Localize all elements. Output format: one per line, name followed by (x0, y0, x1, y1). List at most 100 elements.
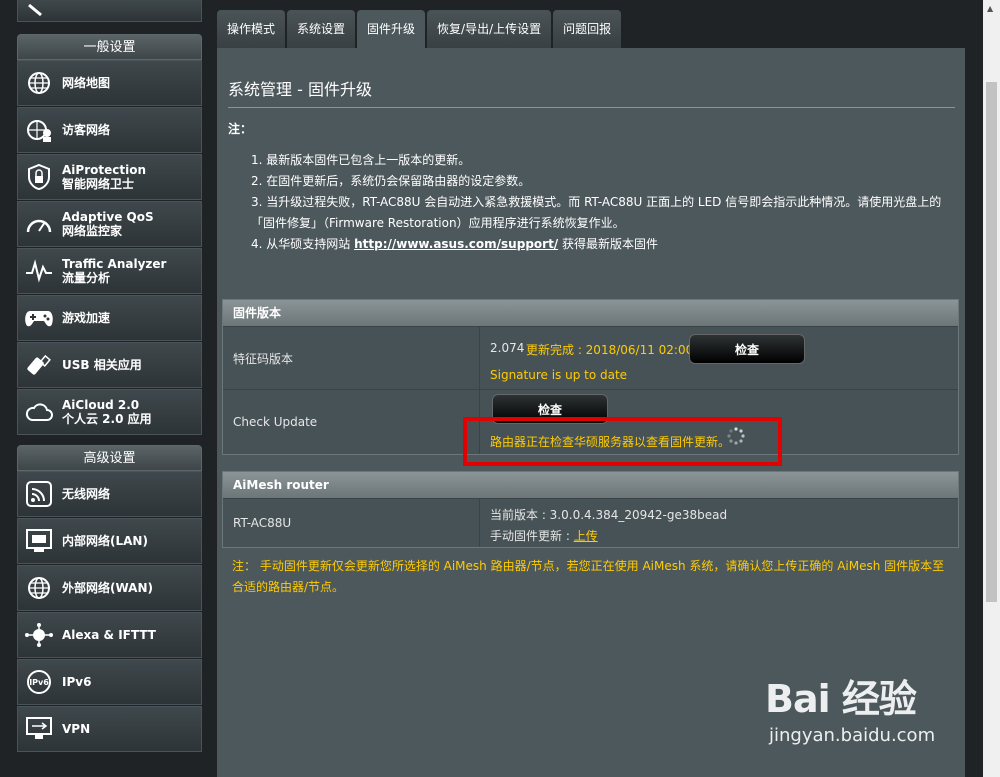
title-divider (228, 107, 955, 108)
sidebar-item-wan[interactable]: 外部网络(WAN) (17, 565, 202, 611)
note-label: 注： (228, 122, 253, 136)
tab-system-settings[interactable]: 系统设置 (287, 10, 356, 48)
baidu-watermark: Bai 经验 jingyan.baidu.com (765, 668, 965, 758)
firmware-version-heading: 固件版本 (223, 300, 958, 326)
check-update-label: Check Update (223, 390, 480, 454)
page-title: 系统管理 - 固件升级 (228, 80, 372, 99)
speedometer-icon (24, 209, 54, 239)
wireless-icon (24, 479, 54, 509)
aimesh-row: RT-AC88U 当前版本 : 3.0.0.4.384_20942-ge38be… (223, 498, 958, 547)
aimesh-current-version: 当前版本 : 3.0.0.4.384_20942-ge38bead (490, 508, 728, 522)
label-line2: 智能网络卫士 (62, 177, 135, 191)
sidebar-item-label: Adaptive QoS 网络监控家 (62, 210, 154, 238)
general-settings-heading: 一般设置 (17, 34, 202, 60)
sidebar-item-label: VPN (62, 722, 91, 736)
note-4-prefix: 4. 从华硕支持网站 (251, 237, 355, 251)
note-item: 4. 从华硕支持网站 http://www.asus.com/support/ … (251, 234, 956, 255)
sidebar-item-partial-top[interactable] (17, 0, 202, 22)
signature-row: 特征码版本 2.074 更新完成 : 2018/06/11 02:00 检查 S… (223, 326, 958, 389)
label-line2: 网络监控家 (62, 224, 123, 238)
page-scrollbar[interactable]: ▲ (983, 0, 1000, 777)
aimesh-manual-update: 手动固件更新 : 上传 (490, 527, 598, 544)
scrollbar-thumb[interactable] (986, 82, 997, 602)
guest-network-icon (24, 115, 54, 145)
tab-feedback[interactable]: 问题回报 (553, 10, 622, 48)
gamepad-icon (24, 303, 54, 333)
sidebar-item-wireless[interactable]: 无线网络 (17, 471, 202, 517)
general-settings-group: 一般设置 网络地图 访客网络 AiProtection 智能网络卫士 Adapti… (17, 34, 202, 435)
asus-support-link[interactable]: http://www.asus.com/support/ (354, 237, 558, 251)
sidebar-item-aiprotection[interactable]: AiProtection 智能网络卫士 (17, 154, 202, 200)
vpn-icon (24, 714, 54, 744)
label-line1: AiProtection (62, 163, 146, 177)
tab-firmware-upgrade[interactable]: 固件升级 (357, 10, 426, 48)
label-line1: AiCloud 2.0 (62, 398, 140, 412)
sidebar-item-label: USB 相关应用 (62, 358, 142, 372)
sidebar-item-alexa-ifttt[interactable]: Alexa & IFTTT (17, 612, 202, 658)
note-item: 1. 最新版本固件已包含上一版本的更新。 (251, 153, 471, 167)
sidebar-item-label: Alexa & IFTTT (62, 628, 156, 642)
tab-restore-save-upload[interactable]: 恢复/导出/上传设置 (427, 10, 552, 48)
sidebar-item-label: AiCloud 2.0 个人云 2.0 应用 (62, 398, 152, 426)
pulse-icon (24, 256, 54, 286)
signature-version: 2.074 (490, 341, 525, 355)
sidebar-item-game-boost[interactable]: 游戏加速 (17, 295, 202, 341)
sidebar-item-aicloud[interactable]: AiCloud 2.0 个人云 2.0 应用 (17, 389, 202, 435)
signature-label: 特征码版本 (223, 327, 480, 389)
signature-check-button[interactable]: 检查 (689, 334, 805, 364)
cloud-icon (24, 397, 54, 427)
svg-text:IPv6: IPv6 (29, 678, 49, 687)
shield-lock-icon (24, 162, 54, 192)
sidebar-item-label: 无线网络 (62, 487, 111, 501)
sidebar-item-guest-network[interactable]: 访客网络 (17, 107, 202, 153)
sidebar-item-label: 游戏加速 (62, 311, 111, 325)
tools-icon (24, 0, 54, 26)
note-4-suffix: 获得最新版本固件 (558, 237, 659, 251)
aimesh-footnote: 注： 手动固件更新仅会更新您所选择的 AiMesh 路由器/节点，若您正在使用 … (232, 559, 945, 594)
sidebar-item-traffic-analyzer[interactable]: Traffic Analyzer 流量分析 (17, 248, 202, 294)
watermark-url: jingyan.baidu.com (769, 725, 936, 746)
aimesh-router-table: AiMesh router RT-AC88U 当前版本 : 3.0.0.4.38… (222, 471, 959, 548)
sidebar-item-label: AiProtection 智能网络卫士 (62, 163, 146, 191)
aimesh-heading: AiMesh router (223, 472, 958, 498)
advanced-settings-heading: 高级设置 (17, 445, 202, 471)
globe-network-icon (24, 68, 54, 98)
highlight-box (463, 417, 782, 466)
label-line2: 个人云 2.0 应用 (62, 412, 152, 426)
label-line1: Adaptive QoS (62, 210, 154, 224)
aimesh-model: RT-AC88U (223, 499, 480, 547)
sidebar-item-label: 访客网络 (62, 123, 111, 137)
advanced-settings-group: 高级设置 无线网络 内部网络(LAN) 外部网络(WAN) Alexa & IF… (17, 445, 202, 752)
sidebar-item-adaptive-qos[interactable]: Adaptive QoS 网络监控家 (17, 201, 202, 247)
label-line2: 流量分析 (62, 271, 111, 285)
sidebar-item-label: 网络地图 (62, 76, 111, 90)
sidebar-item-network-map[interactable]: 网络地图 (17, 60, 202, 106)
watermark-logo: Bai 经验 (765, 677, 917, 721)
signature-update-time: 更新完成 : 2018/06/11 02:00 (526, 343, 694, 357)
sidebar-item-ipv6[interactable]: IPv6 IPv6 (17, 659, 202, 705)
sidebar-item-label: Traffic Analyzer 流量分析 (62, 257, 166, 285)
sidebar-item-usb-apps[interactable]: USB 相关应用 (17, 342, 202, 388)
ipv6-icon: IPv6 (24, 667, 54, 697)
lan-icon (24, 526, 54, 556)
signature-status: Signature is up to date (490, 368, 628, 382)
alexa-icon (24, 620, 54, 650)
notes-list: 1. 最新版本固件已包含上一版本的更新。 2. 在固件更新后，系统仍会保留路由器… (251, 150, 956, 255)
note-item: 3. 当升级过程失败，RT-AC88U 会自动进入紧急救援模式。而 RT-AC8… (251, 195, 942, 230)
wan-globe-icon (24, 573, 54, 603)
note-item: 2. 在固件更新后，系统仍会保留路由器的设定参数。 (251, 174, 531, 188)
usb-icon (24, 350, 54, 380)
manual-update-label: 手动固件更新 : (490, 529, 574, 543)
sidebar-item-label: IPv6 (62, 675, 92, 689)
tab-bar: 操作模式 系统设置 固件升级 恢复/导出/上传设置 问题回报 (217, 10, 623, 48)
scroll-up-arrow-icon[interactable]: ▲ (987, 4, 993, 13)
upload-firmware-link[interactable]: 上传 (574, 529, 598, 543)
sidebar-item-label: 内部网络(LAN) (62, 534, 148, 548)
sidebar-item-vpn[interactable]: VPN (17, 706, 202, 752)
sidebar-item-label: 外部网络(WAN) (62, 581, 153, 595)
tab-operation-mode[interactable]: 操作模式 (217, 10, 286, 48)
label-line1: Traffic Analyzer (62, 257, 167, 271)
aimesh-cell: 当前版本 : 3.0.0.4.384_20942-ge38bead 手动固件更新… (480, 499, 958, 547)
sidebar-item-lan[interactable]: 内部网络(LAN) (17, 518, 202, 564)
signature-cell: 2.074 更新完成 : 2018/06/11 02:00 检查 Signatu… (480, 327, 958, 389)
